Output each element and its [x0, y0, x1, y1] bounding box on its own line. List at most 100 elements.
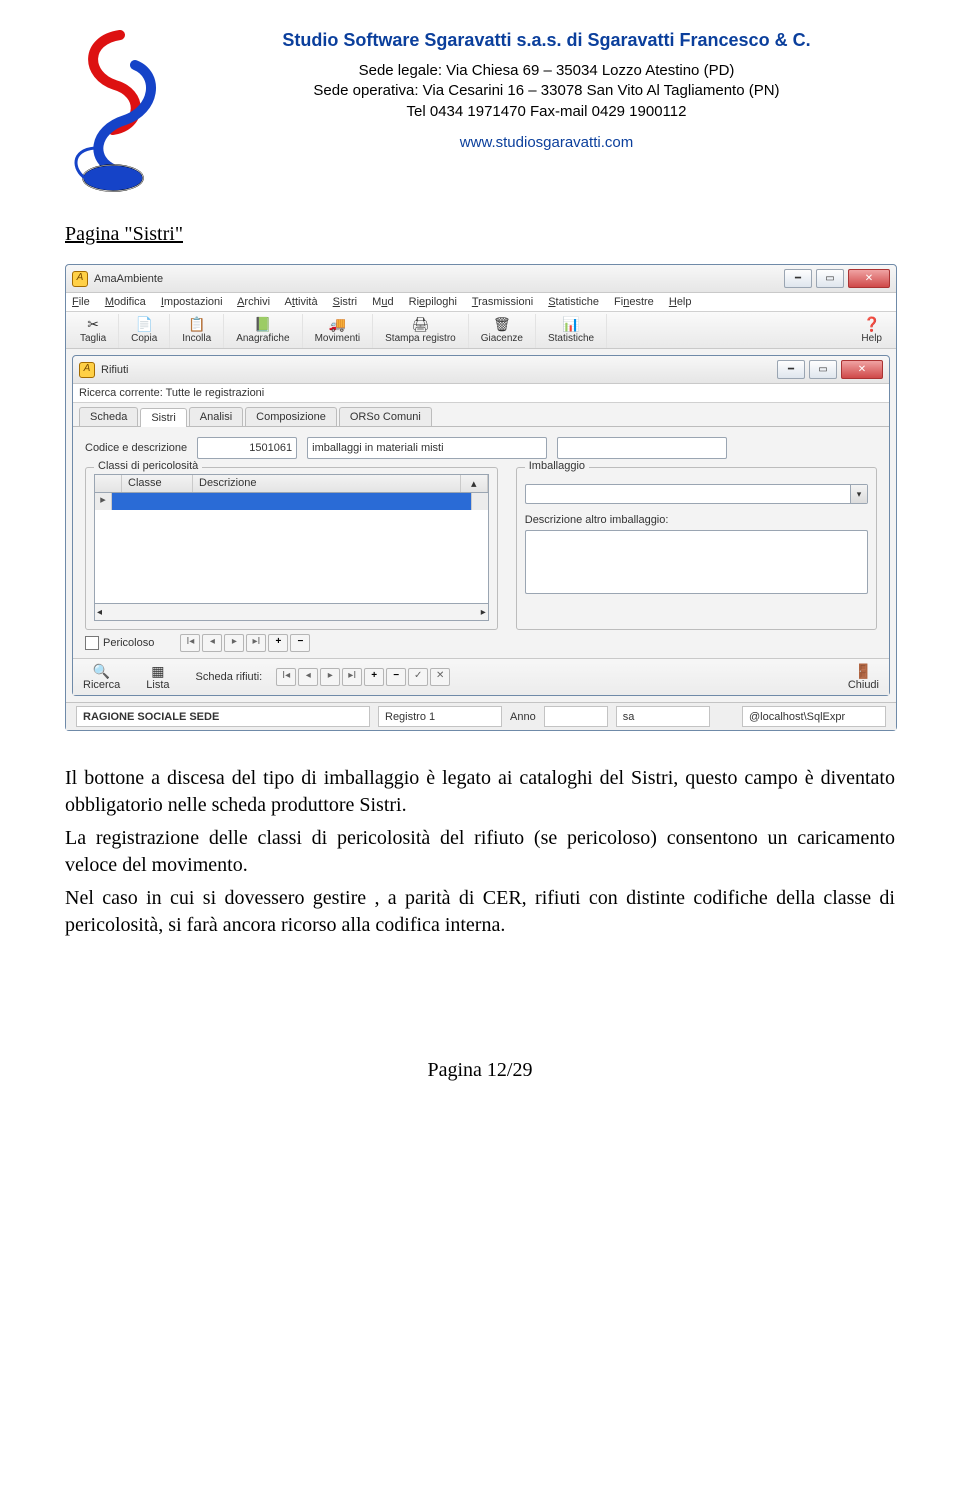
grid-rowselector	[95, 475, 122, 492]
status-bar: RAGIONE SOCIALE SEDE Registro 1 Anno sa …	[66, 702, 896, 730]
sr-cancel[interactable]: ✕	[430, 668, 450, 686]
copy-icon: 📄	[131, 316, 157, 332]
status-ragione: RAGIONE SOCIALE SEDE	[76, 706, 370, 727]
tool-giacenze[interactable]: 🗑Giacenze	[469, 314, 536, 348]
grid-scroll-up[interactable]: ▴	[461, 475, 488, 492]
menu-statistiche[interactable]: Statistiche	[548, 296, 599, 308]
status-registro: Registro 1	[378, 706, 502, 727]
tool-stampa-registro[interactable]: 🖨Stampa registro	[373, 314, 469, 348]
tool-help[interactable]: ❓Help	[849, 314, 894, 348]
desc-altro-label: Descrizione altro imballaggio:	[525, 514, 868, 526]
cut-icon: ✂	[80, 316, 106, 332]
chevron-down-icon[interactable]: ▾	[850, 485, 867, 503]
grid-scroll-right[interactable]: ▸	[481, 607, 486, 618]
nav-first[interactable]: І◂	[180, 634, 200, 652]
tab-analisi[interactable]: Analisi	[189, 407, 243, 426]
tab-sistri[interactable]: Sistri	[140, 408, 186, 427]
nav-next[interactable]: ▸	[224, 634, 244, 652]
sr-del[interactable]: −	[386, 668, 406, 686]
sr-last[interactable]: ▸І	[342, 668, 362, 686]
grid-body[interactable]: ▸	[94, 493, 489, 604]
sr-prev[interactable]: ◂	[298, 668, 318, 686]
grid-selected-row[interactable]	[112, 493, 471, 510]
section-title: Pagina "Sistri"	[65, 223, 895, 246]
sr-first[interactable]: І◂	[276, 668, 296, 686]
tool-movimenti[interactable]: 🚚Movimenti	[303, 314, 374, 348]
stats-icon: 📊	[548, 316, 594, 332]
codice-label: Codice e descrizione	[85, 442, 187, 454]
app-screenshot: A AmaAmbiente ━ ▭ ✕ File Modifica Impost…	[65, 264, 897, 731]
company-logo	[65, 30, 180, 195]
menu-riepiloghi[interactable]: Riepiloghi	[409, 296, 457, 308]
child-maximize-button[interactable]: ▭	[809, 360, 837, 379]
minimize-button[interactable]: ━	[784, 269, 812, 288]
child-minimize-button[interactable]: ━	[777, 360, 805, 379]
imballaggio-legend: Imballaggio	[525, 460, 589, 472]
extra-field[interactable]	[557, 437, 727, 459]
menu-modifica[interactable]: Modifica	[105, 296, 146, 308]
scheda-rifiuti-label: Scheda rifiuti:	[196, 671, 263, 683]
tool-taglia[interactable]: ✂Taglia	[68, 314, 119, 348]
tool-copia[interactable]: 📄Copia	[119, 314, 170, 348]
codice-field[interactable]: 1501061	[197, 437, 297, 459]
sr-next[interactable]: ▸	[320, 668, 340, 686]
menu-trasmissioni[interactable]: Trasmissioni	[472, 296, 533, 308]
footer-chiudi[interactable]: 🚪 Chiudi	[848, 663, 879, 691]
body-text: Il bottone a discesa del tipo di imballa…	[65, 765, 895, 939]
sr-add[interactable]: +	[364, 668, 384, 686]
menu-impostazioni[interactable]: Impostazioni	[161, 296, 223, 308]
child-title: Rifiuti	[101, 364, 129, 376]
child-close-button[interactable]: ✕	[841, 360, 883, 379]
tel-fax: Tel 0434 1971470 Fax-mail 0429 1900112	[198, 102, 895, 122]
pericoloso-checkbox[interactable]: Pericoloso	[85, 636, 154, 650]
tool-anagrafiche[interactable]: 📗Anagrafiche	[224, 314, 302, 348]
help-icon: ❓	[861, 316, 882, 332]
menu-archivi[interactable]: Archivi	[237, 296, 270, 308]
nav-add[interactable]: +	[268, 634, 288, 652]
grid-col-descrizione[interactable]: Descrizione	[193, 475, 461, 492]
paragraph-3: Nel caso in cui si dovessero gestire , a…	[65, 885, 895, 939]
grid-col-classe[interactable]: Classe	[122, 475, 193, 492]
addr-operative: Sede operativa: Via Cesarini 16 – 33078 …	[198, 81, 895, 101]
status-anno-label: Anno	[510, 711, 536, 723]
child-window-rifiuti: A Rifiuti ━ ▭ ✕ Ricerca corrente: Tutte …	[72, 355, 890, 696]
menu-finestre[interactable]: Finestre	[614, 296, 654, 308]
classi-legend: Classi di pericolosità	[94, 460, 202, 472]
menu-help[interactable]: Help	[669, 296, 692, 308]
paste-icon: 📋	[182, 316, 211, 332]
bin-icon: 🗑	[481, 316, 523, 332]
company-name: Studio Software Sgaravatti s.a.s. di Sga…	[198, 30, 895, 51]
search-icon: 🔍	[83, 663, 120, 679]
close-button[interactable]: ✕	[848, 269, 890, 288]
main-window-titlebar: A AmaAmbiente ━ ▭ ✕	[66, 265, 896, 293]
tab-composizione[interactable]: Composizione	[245, 407, 337, 426]
tool-incolla[interactable]: 📋Incolla	[170, 314, 224, 348]
tabs: Scheda Sistri Analisi Composizione ORSo …	[73, 403, 889, 427]
print-icon: 🖨	[385, 316, 456, 332]
nav-del[interactable]: −	[290, 634, 310, 652]
footer-lista[interactable]: ▦ Lista	[146, 663, 169, 691]
nav-last[interactable]: ▸І	[246, 634, 266, 652]
menu-mud[interactable]: Mud	[372, 296, 393, 308]
menu-attivita[interactable]: Attività	[285, 296, 318, 308]
maximize-button[interactable]: ▭	[816, 269, 844, 288]
tab-orso-comuni[interactable]: ORSo Comuni	[339, 407, 432, 426]
menu-sistri[interactable]: Sistri	[333, 296, 357, 308]
descrizione-field[interactable]: imballaggi in materiali misti	[307, 437, 547, 459]
app-icon: A	[72, 271, 88, 287]
tool-statistiche[interactable]: 📊Statistiche	[536, 314, 607, 348]
imballaggio-fieldset: Imballaggio ▾ Descrizione altro imballag…	[516, 467, 877, 630]
footer-ricerca[interactable]: 🔍 Ricerca	[83, 663, 120, 691]
sr-ok[interactable]: ✓	[408, 668, 428, 686]
desc-altro-textarea[interactable]	[525, 530, 868, 594]
imballaggio-combo[interactable]: ▾	[525, 484, 868, 504]
grid-row-indicator: ▸	[95, 493, 112, 510]
tab-scheda[interactable]: Scheda	[79, 407, 138, 426]
grid-header: Classe Descrizione ▴	[94, 474, 489, 493]
grid-scroll-left[interactable]: ◂	[97, 607, 102, 618]
menu-file[interactable]: File	[72, 296, 90, 308]
scheda-nav: І◂ ◂ ▸ ▸І + − ✓ ✕	[276, 668, 450, 686]
nav-prev[interactable]: ◂	[202, 634, 222, 652]
status-anno	[544, 706, 608, 727]
menubar: File Modifica Impostazioni Archivi Attiv…	[66, 293, 896, 312]
